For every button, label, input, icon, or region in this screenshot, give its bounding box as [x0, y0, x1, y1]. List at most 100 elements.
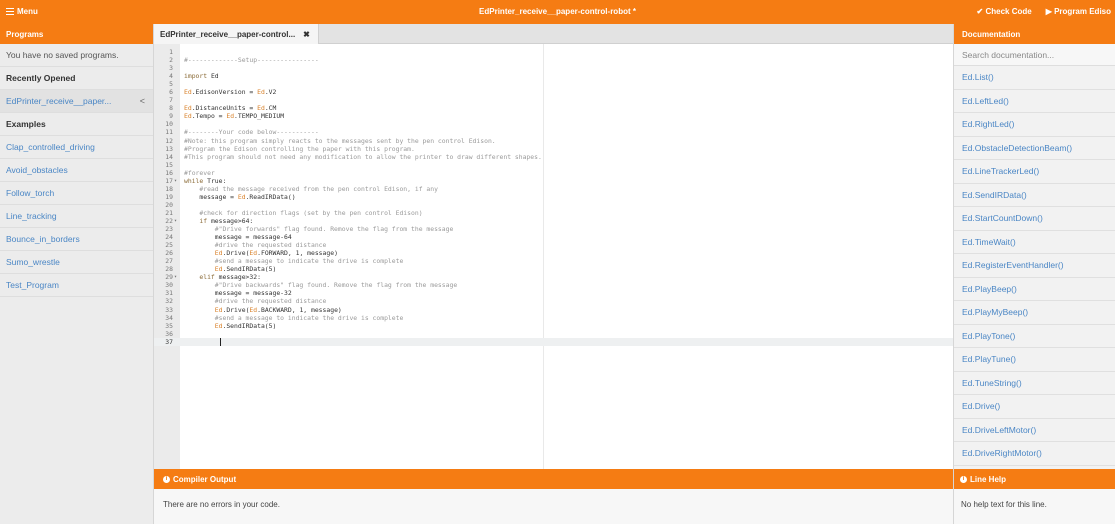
code-line[interactable]: 34 #send a message to indicate the drive…: [154, 314, 953, 322]
code-line[interactable]: 25 #drive the requested distance: [154, 241, 953, 249]
program-edison-button[interactable]: ▶ Program Ediso: [1046, 7, 1111, 16]
doc-item[interactable]: Ed.StartCountDown(): [954, 207, 1115, 231]
line-number: 31: [165, 289, 173, 298]
code-line[interactable]: 30 #"Drive backwards" flag found. Remove…: [154, 281, 953, 289]
example-item[interactable]: Clap_controlled_driving: [0, 136, 153, 159]
code-line[interactable]: 10: [154, 120, 953, 128]
code-line[interactable]: 13 #Program the Edison controlling the pa…: [154, 145, 953, 153]
example-item[interactable]: Bounce_in_borders: [0, 228, 153, 251]
code-line[interactable]: 22 ▾ if message>64:: [154, 217, 953, 225]
text-cursor: [220, 337, 221, 346]
code-line[interactable]: 4 import Ed: [154, 72, 953, 80]
example-item[interactable]: Avoid_obstacles: [0, 159, 153, 182]
fold-arrow-icon[interactable]: ▾: [174, 273, 177, 281]
doc-item[interactable]: Ed.ObstacleDetectionBeam(): [954, 137, 1115, 160]
code-line[interactable]: 18 #read the message received from the p…: [154, 185, 953, 193]
line-number: 15: [165, 160, 173, 169]
code-line[interactable]: 14 #This program should not need any modi…: [154, 153, 953, 161]
doc-item[interactable]: Ed.TimeWait(): [954, 231, 1115, 254]
doc-item[interactable]: Ed.DriveLeftMotor(): [954, 419, 1115, 442]
example-item[interactable]: Line_tracking: [0, 205, 153, 228]
code-text: message = message-32: [184, 289, 292, 298]
code-text: #drive the requested distance: [184, 297, 327, 306]
code-text: #"Drive forwards" flag found. Remove the…: [184, 225, 454, 234]
code-line[interactable]: 28 Ed.SendIRData(5): [154, 265, 953, 273]
code-line[interactable]: 17 ▾ while True:: [154, 177, 953, 185]
info-icon: i: [163, 475, 170, 483]
doc-item[interactable]: Ed.List(): [954, 66, 1115, 90]
code-line[interactable]: 19 message = Ed.ReadIRData(): [154, 193, 953, 201]
doc-item[interactable]: Ed.RegisterEventHandler(): [954, 254, 1115, 278]
code-line[interactable]: 9 Ed.Tempo = Ed.TEMPO_MEDIUM: [154, 112, 953, 120]
doc-item[interactable]: Ed.DriveRightMotor(): [954, 442, 1115, 466]
check-code-button[interactable]: ✔ Check Code: [977, 7, 1032, 16]
doc-item[interactable]: Ed.LineTrackerLed(): [954, 160, 1115, 184]
doc-item[interactable]: Ed.PlayTone(): [954, 325, 1115, 348]
fold-arrow-icon[interactable]: ▾: [174, 217, 177, 225]
doc-item[interactable]: Ed.RightLed(): [954, 113, 1115, 137]
code-line[interactable]: 21 #check for direction flags (set by th…: [154, 209, 953, 217]
doc-item[interactable]: Ed.TuneString(): [954, 372, 1115, 395]
code-line[interactable]: 27 #send a message to indicate the drive…: [154, 257, 953, 265]
code-line[interactable]: 16 #forever: [154, 169, 953, 177]
doc-item[interactable]: Ed.PlayMyBeep(): [954, 301, 1115, 325]
code-line[interactable]: 11 #--------Your code below-----------: [154, 128, 953, 136]
menu-button[interactable]: Menu: [6, 7, 38, 16]
doc-item[interactable]: Ed.SendIRData(): [954, 184, 1115, 207]
code-line[interactable]: 33 Ed.Drive(Ed.BACKWARD, 1, message): [154, 306, 953, 314]
code-text: Ed.DistanceUnits = Ed.CM: [184, 104, 277, 113]
code-area[interactable]: 1 2 #-------------Setup---------------- 3 4 i…: [154, 48, 953, 346]
editor-tab-label: EdPrinter_receive__paper-control...: [160, 29, 296, 39]
code-line[interactable]: 32 #drive the requested distance: [154, 297, 953, 305]
line-number: 20: [165, 200, 173, 209]
code-line[interactable]: 35 Ed.SendIRData(5): [154, 322, 953, 330]
code-line[interactable]: 1: [154, 48, 953, 56]
code-line[interactable]: 5: [154, 80, 953, 88]
line-number: 25: [165, 241, 173, 250]
fold-arrow-icon[interactable]: ▾: [174, 177, 177, 185]
example-item[interactable]: Follow_torch: [0, 182, 153, 205]
editor-tab-bar: EdPrinter_receive__paper-control... ✖: [154, 24, 953, 44]
top-toolbar: Menu EdPrinter_receive__paper-control-ro…: [0, 0, 1115, 24]
doc-item[interactable]: Ed.LeftLed(): [954, 90, 1115, 113]
code-line[interactable]: 29 ▾ elif message>32:: [154, 273, 953, 281]
code-line[interactable]: 36: [154, 330, 953, 338]
code-line[interactable]: 7: [154, 96, 953, 104]
menu-label: Menu: [17, 7, 38, 16]
code-line[interactable]: 23 #"Drive forwards" flag found. Remove …: [154, 225, 953, 233]
code-line[interactable]: 8 Ed.DistanceUnits = Ed.CM: [154, 104, 953, 112]
code-line[interactable]: 2 #-------------Setup----------------: [154, 56, 953, 64]
example-item[interactable]: Sumo_wrestle: [0, 251, 153, 274]
code-text: Ed.Tempo = Ed.TEMPO_MEDIUM: [184, 112, 285, 121]
close-tab-icon[interactable]: ✖: [303, 30, 310, 39]
code-line[interactable]: 12 #Note: this program simply reacts to t…: [154, 137, 953, 145]
examples-header: Examples: [0, 113, 153, 136]
programs-sidebar: Programs You have no saved programs. Rec…: [0, 24, 154, 524]
line-help-message: No help text for this line.: [961, 500, 1047, 509]
code-line[interactable]: 31 message = message-32: [154, 289, 953, 297]
code-line[interactable]: 24 message = message-64: [154, 233, 953, 241]
code-line[interactable]: 20: [154, 201, 953, 209]
compiler-output-header: i Compiler Output: [154, 469, 953, 489]
doc-item[interactable]: Ed.PlayTune(): [954, 348, 1115, 372]
share-icon[interactable]: <: [140, 96, 145, 106]
code-line[interactable]: 6 Ed.EdisonVersion = Ed.V2: [154, 88, 953, 96]
doc-item[interactable]: Ed.PlayBeep(): [954, 278, 1115, 301]
code-line[interactable]: 26 Ed.Drive(Ed.FORWARD, 1, message): [154, 249, 953, 257]
example-item[interactable]: Test_Program: [0, 274, 153, 297]
code-line[interactable]: 37: [154, 337, 953, 346]
line-number: 11: [165, 128, 173, 137]
no-saved-programs-text: You have no saved programs.: [0, 44, 153, 67]
line-number: 7: [169, 96, 173, 105]
code-line[interactable]: 15: [154, 161, 953, 169]
recent-program-label: EdPrinter_receive__paper...: [6, 96, 112, 106]
editor-tab[interactable]: EdPrinter_receive__paper-control... ✖: [154, 24, 319, 44]
line-number: 33: [165, 305, 173, 314]
code-text: #check for direction flags (set by the p…: [184, 208, 423, 217]
code-editor[interactable]: EdPrinter_receive__paper-control... ✖ 12…: [154, 24, 953, 469]
code-line[interactable]: 3: [154, 64, 953, 72]
doc-item[interactable]: Ed.Drive(): [954, 395, 1115, 419]
info-icon: i: [960, 475, 967, 483]
recent-program-item[interactable]: EdPrinter_receive__paper... <: [0, 90, 153, 113]
search-documentation-input[interactable]: Search documentation...: [954, 44, 1115, 66]
